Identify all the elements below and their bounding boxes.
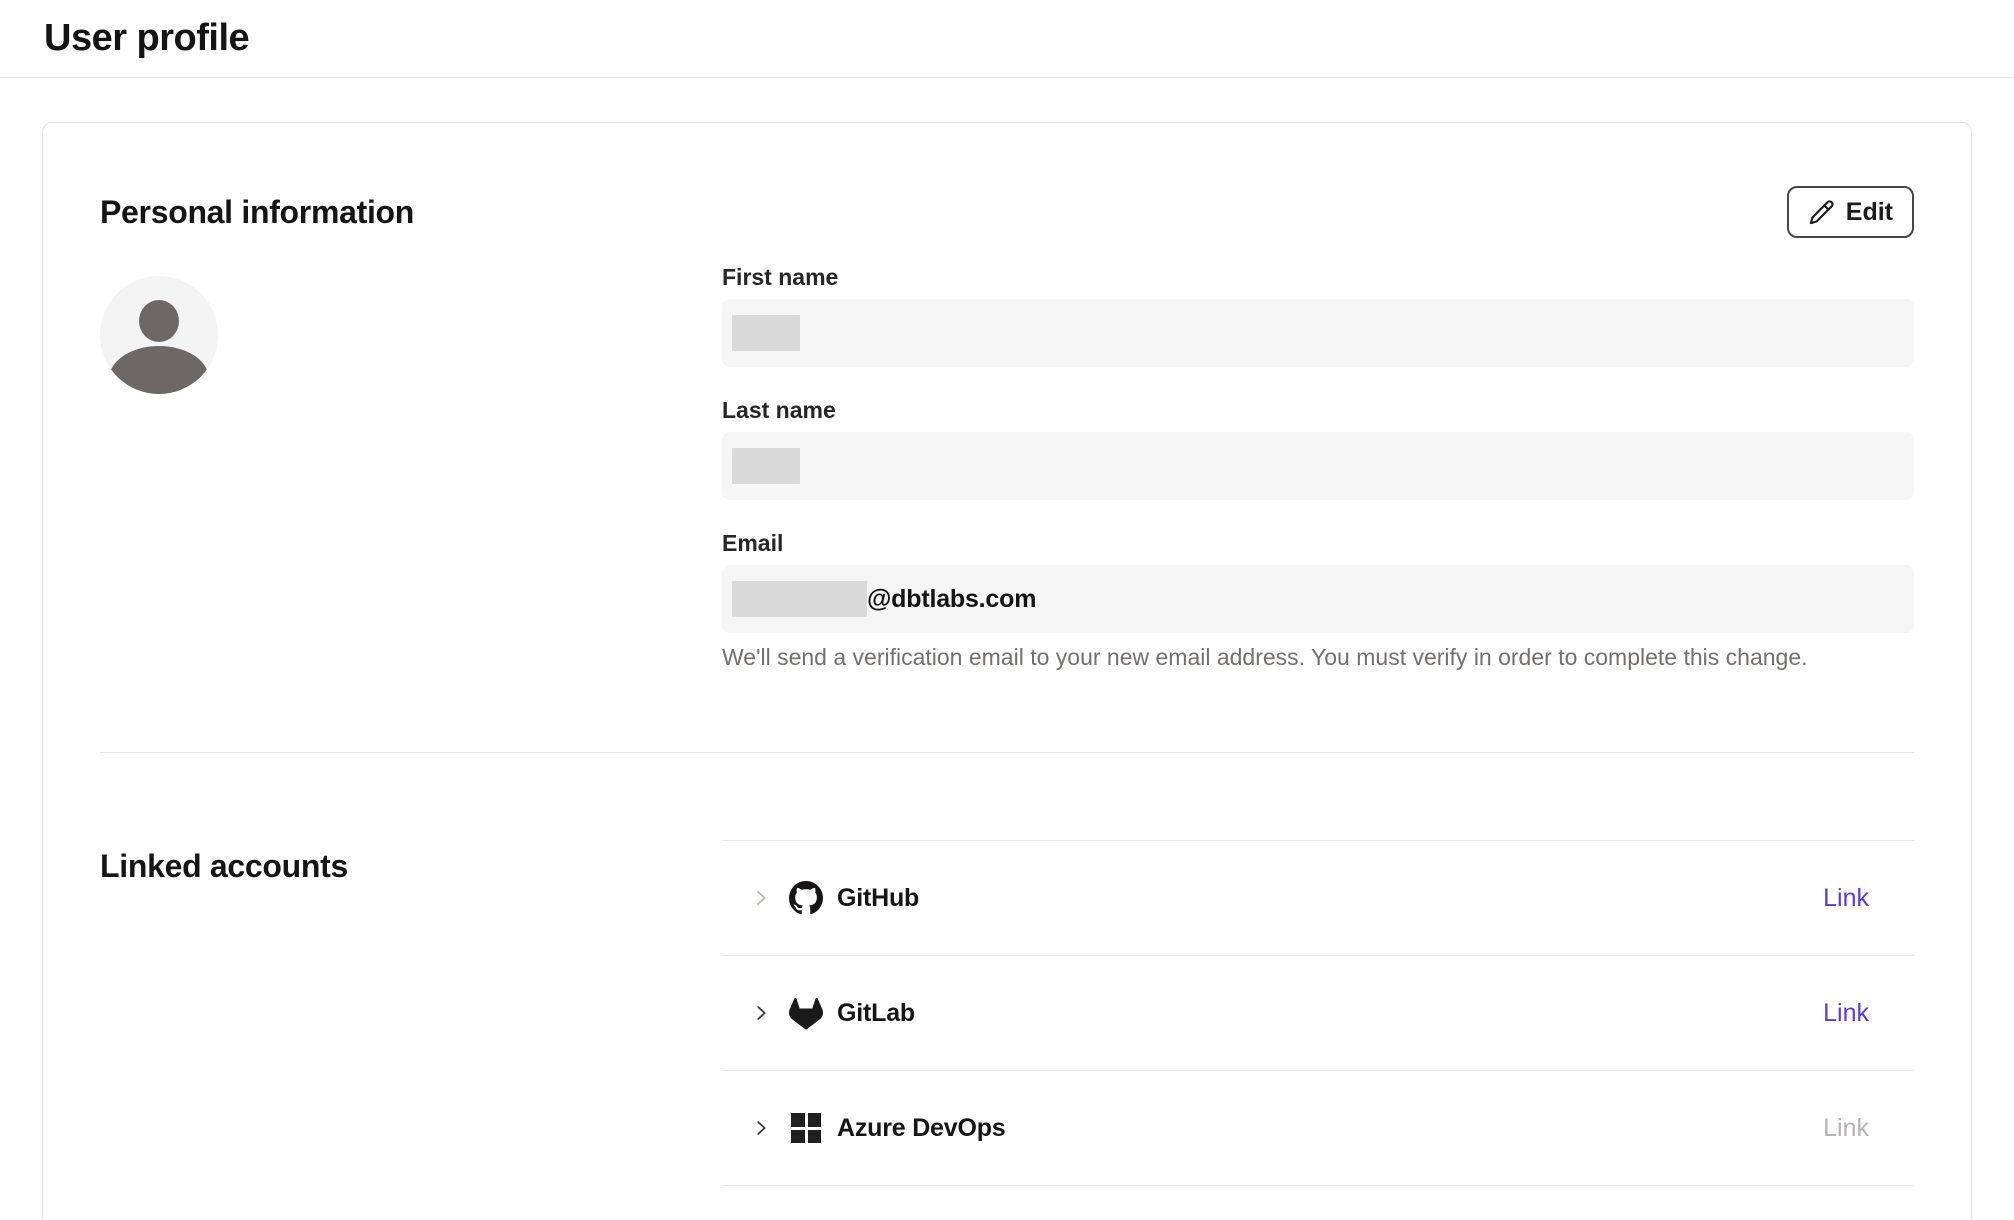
linked-account-name: GitLab [837, 999, 915, 1028]
gitlab-link-action[interactable]: Link [1823, 999, 1869, 1028]
personal-information-body: First name Last name Email @dbtlabs.com … [100, 264, 1914, 672]
chevron-right-icon[interactable] [750, 1002, 772, 1024]
pencil-icon [1808, 199, 1835, 226]
github-link-action[interactable]: Link [1823, 884, 1869, 913]
user-profile-card: Personal information Edit First name La [42, 122, 1972, 1220]
first-name-label: First name [722, 264, 1914, 291]
linked-account-name: GitHub [837, 884, 919, 913]
edit-button-label: Edit [1846, 198, 1893, 227]
chevron-right-icon[interactable] [750, 887, 772, 909]
first-name-redaction-block [732, 315, 800, 351]
linked-accounts-heading: Linked accounts [100, 753, 722, 885]
linked-accounts-list: GitHub Link GitLab Link [722, 840, 1914, 1186]
personal-information-header: Personal information Edit [100, 186, 1914, 238]
github-icon [789, 881, 823, 915]
azure-devops-icon [789, 1111, 823, 1145]
linked-account-row-azure-devops[interactable]: Azure DevOps Link [722, 1071, 1914, 1186]
gitlab-icon [789, 996, 823, 1030]
avatar-column [100, 264, 722, 672]
linked-account-row-github[interactable]: GitHub Link [722, 841, 1914, 956]
email-helper-text: We'll send a verification email to your … [722, 643, 1914, 672]
avatar [100, 276, 218, 394]
last-name-input[interactable] [722, 432, 1914, 500]
chevron-right-icon[interactable] [750, 1117, 772, 1139]
app-header: User profile [0, 0, 2014, 78]
azure-devops-link-action-disabled: Link [1823, 1114, 1869, 1143]
last-name-redaction-block [732, 448, 800, 484]
personal-information-heading: Personal information [100, 194, 414, 231]
linked-accounts-section: Linked accounts GitHub Link [100, 753, 1914, 1186]
email-redaction-block [732, 581, 867, 617]
user-silhouette-icon [139, 300, 179, 342]
email-input[interactable]: @dbtlabs.com [722, 565, 1914, 633]
last-name-label: Last name [722, 397, 1914, 424]
page-title: User profile [44, 17, 249, 60]
personal-info-fields: First name Last name Email @dbtlabs.com … [722, 264, 1914, 672]
email-domain-text: @dbtlabs.com [867, 585, 1036, 614]
linked-account-row-gitlab[interactable]: GitLab Link [722, 956, 1914, 1071]
edit-button[interactable]: Edit [1787, 186, 1914, 238]
email-label: Email [722, 530, 1914, 557]
first-name-input[interactable] [722, 299, 1914, 367]
linked-accounts-heading-column: Linked accounts [100, 753, 722, 1186]
linked-account-name: Azure DevOps [837, 1114, 1006, 1143]
